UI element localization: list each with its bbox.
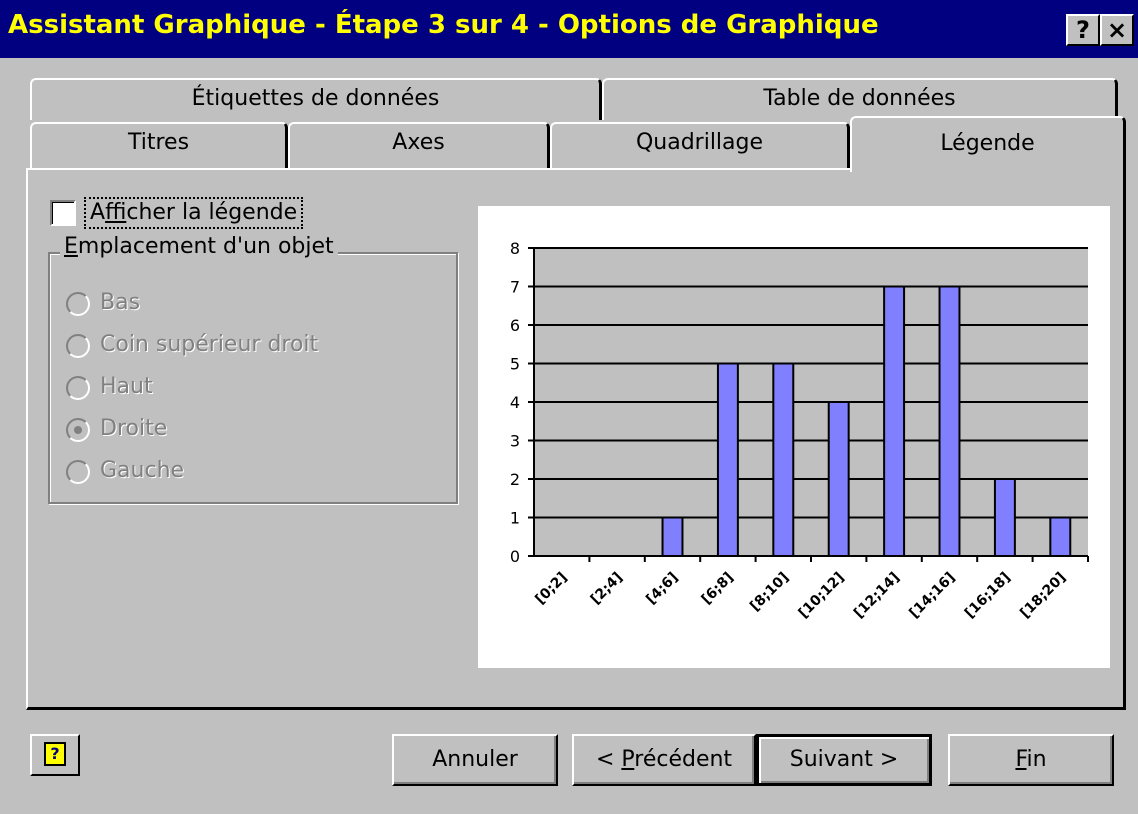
tab-data-labels[interactable]: Étiquettes de données (30, 78, 602, 120)
cancel-button[interactable]: Annuler (392, 734, 558, 786)
bar (938, 285, 961, 557)
help-icon: ? (44, 742, 66, 766)
back-button[interactable]: < Précédent (572, 734, 756, 786)
x-tick-label: [10;12] (796, 570, 848, 622)
radio-top[interactable] (66, 376, 90, 400)
radio-bottom[interactable] (66, 292, 90, 316)
x-tick-label: [8;10] (747, 570, 792, 615)
title-bar: Assistant Graphique - Étape 3 sur 4 - Op… (0, 0, 1138, 58)
radio-right[interactable] (66, 418, 90, 442)
y-tick-label: 1 (510, 509, 520, 528)
bar (716, 362, 739, 557)
tab-data-table[interactable]: Table de données (602, 78, 1118, 120)
next-button[interactable]: Suivant > (756, 734, 932, 786)
radio-bottom-label: Bas (100, 290, 141, 315)
bar (661, 516, 684, 557)
tab-axes[interactable]: Axes (288, 122, 550, 168)
radio-top-label: Haut (100, 374, 153, 399)
radio-right-label: Droite (100, 416, 168, 441)
x-tick-label: [16;18] (962, 570, 1014, 622)
radio-left[interactable] (66, 460, 90, 484)
y-tick-label: 5 (510, 355, 520, 374)
x-tick-label: [2;4] (588, 570, 626, 608)
bar (1049, 516, 1072, 557)
y-tick-label: 7 (510, 278, 520, 297)
y-tick-label: 0 (510, 547, 520, 566)
show-legend-checkbox[interactable] (50, 200, 76, 226)
close-button[interactable]: × (1100, 14, 1134, 46)
bar (827, 401, 850, 557)
y-tick-label: 6 (510, 316, 520, 335)
x-tick-label: [12;14] (851, 570, 903, 622)
tab-titles[interactable]: Titres (30, 122, 288, 168)
help-title-button[interactable]: ? (1066, 14, 1100, 46)
window-title: Assistant Graphique - Étape 3 sur 4 - Op… (8, 10, 879, 40)
chart-svg: 0 1 2 3 4 5 6 7 8 [0;2] [2;4] [4;6] [6;8] [8;10] [10;1… (510, 239, 1089, 622)
chart-preview: 0 1 2 3 4 5 6 7 8 [0;2] [2;4] [4;6] [6;8] [8;10] [10;1… (478, 206, 1110, 668)
x-tick-label: [0;2] (532, 570, 570, 608)
y-tick-label: 8 (510, 239, 520, 258)
office-assistant-button[interactable]: ? (30, 734, 80, 776)
tab-gridlines[interactable]: Quadrillage (550, 122, 850, 168)
radio-left-label: Gauche (100, 458, 185, 483)
y-tick-label: 4 (510, 393, 520, 412)
radio-top-right-corner-label: Coin supérieur droit (100, 332, 319, 357)
bar (883, 285, 906, 557)
show-legend-label[interactable]: Afficher la légende (84, 197, 304, 229)
y-tick-label: 2 (510, 470, 520, 489)
tab-legend[interactable]: Légende (850, 116, 1126, 172)
x-tick-label: [14;16] (906, 570, 958, 622)
x-tick-label: [18;20] (1017, 570, 1069, 622)
x-tick-label: [6;8] (699, 570, 737, 608)
bar (772, 362, 795, 557)
x-tick-label: [4;6] (643, 570, 681, 608)
finish-button[interactable]: Fin (948, 734, 1114, 786)
y-tick-label: 3 (510, 432, 520, 451)
bar (993, 478, 1016, 557)
placement-group-title: Emplacement d'un objet (60, 234, 338, 259)
radio-top-right-corner[interactable] (66, 334, 90, 358)
